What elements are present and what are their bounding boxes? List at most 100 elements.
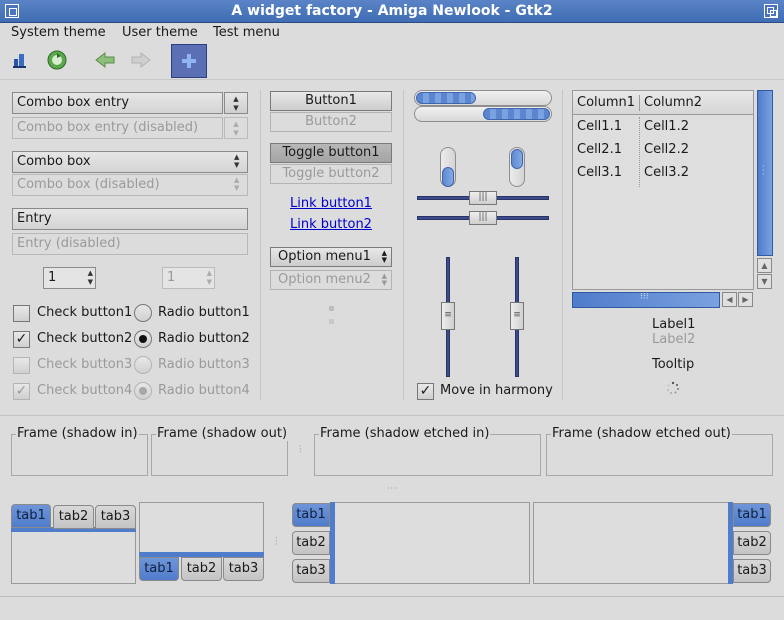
radio-button4 [134,382,152,400]
frame-shadow-in-title: Frame (shadow in) [16,426,139,441]
tree-column2-header[interactable]: Column2 [644,91,702,115]
scroll-right-arrow-icon[interactable]: ▶ [738,292,753,307]
table-cell[interactable]: Cell2.2 [644,138,689,161]
entry-disabled: Entry (disabled) [12,233,248,255]
check-button3-label: Check button3 [37,357,133,372]
move-in-harmony-check[interactable]: ✓ [417,383,434,400]
check-button2-label: Check button2 [37,331,133,346]
scroll-up-arrow-icon[interactable]: ▲ [757,258,772,273]
vertical-separator [562,90,563,400]
option-menu2-label: Option menu2 [278,272,371,287]
notebook4-tab3[interactable]: tab3 [733,559,771,583]
notebook4-tab2[interactable]: tab2 [733,531,771,555]
forward-arrow-icon[interactable] [126,45,156,75]
radio-button3 [134,356,152,374]
tree-header: Column1 Column2 [573,91,753,115]
notebook3-tab1[interactable]: tab1 [292,503,330,527]
close-window-icon[interactable] [5,4,19,18]
frame-shadow-etched-in: Frame (shadow etched in) [314,426,541,476]
radio-dot-disabled-icon [139,387,147,395]
table-cell[interactable]: Cell1.2 [644,115,689,138]
notebook2-tab3[interactable]: tab3 [223,557,264,581]
scrollbar-grip-icon: · · · [762,162,765,179]
radio-button1[interactable] [134,304,152,322]
menu-system-theme[interactable]: System theme [11,24,106,42]
add-icon[interactable] [171,44,207,78]
spin-button[interactable]: 1 ▲ ▼ [43,267,96,289]
pane-handle-icon[interactable]: ··· [387,484,398,493]
pane-handle-icon[interactable]: ··· [299,443,303,457]
toggle-button1[interactable]: Toggle button1 [270,143,392,163]
check-button4: ✓ [13,383,30,400]
notebook1-tab2[interactable]: tab2 [53,505,94,529]
combo-box[interactable]: Combo box [12,151,248,173]
frame-shadow-in: Frame (shadow in) [11,426,148,476]
link-button1[interactable]: Link button1 [270,196,392,211]
refresh-icon[interactable] [42,45,72,75]
check-button1[interactable] [13,305,30,322]
label1: Label1 [652,317,696,332]
button1[interactable]: Button1 [270,91,392,111]
vscale-2-thumb[interactable]: ≡ [510,302,524,330]
notebook1-tab1[interactable]: tab1 [11,504,51,528]
spin-arrow-up-icon [329,306,334,311]
hscale-2-thumb[interactable]: ||| [469,211,497,225]
notebook4-tab1[interactable]: tab1 [733,503,771,527]
link-button2[interactable]: Link button2 [270,217,392,232]
notebook2-tab2[interactable]: tab2 [181,557,222,581]
option-menu1[interactable]: Option menu1 ▲ ▼ [270,247,392,267]
vertical-scrollbar-thumb[interactable] [757,90,773,256]
check-button2[interactable]: ✓ [13,331,30,348]
spin-button-disabled: 1 ▲ ▼ [162,267,215,289]
combo-box-entry-arrow-icon[interactable]: ▲ ▼ [224,92,248,114]
radio-dot-icon [139,335,147,343]
toggle-button2: Toggle button2 [270,164,392,184]
table-cell[interactable]: Cell2.1 [577,138,622,161]
home-icon[interactable] [5,45,35,75]
notebook3-tab2[interactable]: tab2 [292,531,330,555]
frame-shadow-etched-out-title: Frame (shadow etched out) [551,426,732,441]
spin-arrows-icon[interactable]: ▲ ▼ [88,269,93,287]
scroll-left-arrow-icon[interactable]: ◀ [722,292,737,307]
table-cell[interactable]: Cell1.1 [577,115,622,138]
menu-test-menu[interactable]: Test menu [213,24,280,42]
vscale-1-thumb[interactable]: ≡ [441,302,455,330]
combo-box-disabled-arrow-icon: ▲ ▼ [234,176,240,192]
notebook3-tab3[interactable]: tab3 [292,559,330,583]
entry[interactable]: Entry [12,208,248,230]
back-arrow-icon[interactable] [90,45,120,75]
notebook4-panel [533,502,729,584]
check-mark-disabled-icon: ✓ [15,383,28,399]
notebook3-active-strip [330,502,335,584]
status-bar [0,596,784,620]
menu-user-theme[interactable]: User theme [122,24,198,42]
check-button1-label: Check button1 [37,305,133,320]
move-in-harmony-label: Move in harmony [440,383,553,398]
vertical-progress-1 [440,147,456,187]
option-menu1-label: Option menu1 [278,249,371,264]
label2: Label2 [652,332,696,347]
radio-button3-label: Radio button3 [158,357,250,372]
table-cell[interactable]: Cell3.2 [644,161,689,184]
option-menu1-arrow-icon: ▲ ▼ [381,249,387,264]
frame-shadow-etched-in-title: Frame (shadow etched in) [319,426,491,441]
notebook2-panel [139,502,264,556]
tree-column1-header[interactable]: Column1 [577,91,635,115]
depth-gadget-icon[interactable] [764,4,778,18]
notebook2-tab1[interactable]: tab1 [139,557,179,581]
window-title: A widget factory - Amiga Newlook - Gtk2 [231,3,553,19]
notebook3-panel [334,502,530,584]
radio-button2[interactable] [134,330,152,348]
check-button3 [13,357,30,374]
radio-button1-label: Radio button1 [158,305,250,320]
spin-disabled-arrows-icon: ▲ ▼ [206,269,212,286]
option-menu2: Option menu2 ▲ ▼ [270,270,392,290]
hscale-1-thumb[interactable]: ||| [469,191,497,205]
table-cell[interactable]: Cell3.1 [577,161,622,184]
notebook1-tab3[interactable]: tab3 [95,505,136,529]
scroll-down-arrow-icon[interactable]: ▼ [757,274,772,289]
column-divider [639,95,640,111]
pane-handle-icon[interactable]: ··· [275,535,279,549]
combo-box-entry[interactable]: Combo box entry [12,92,223,114]
spin-button-value: 1 [48,270,57,285]
